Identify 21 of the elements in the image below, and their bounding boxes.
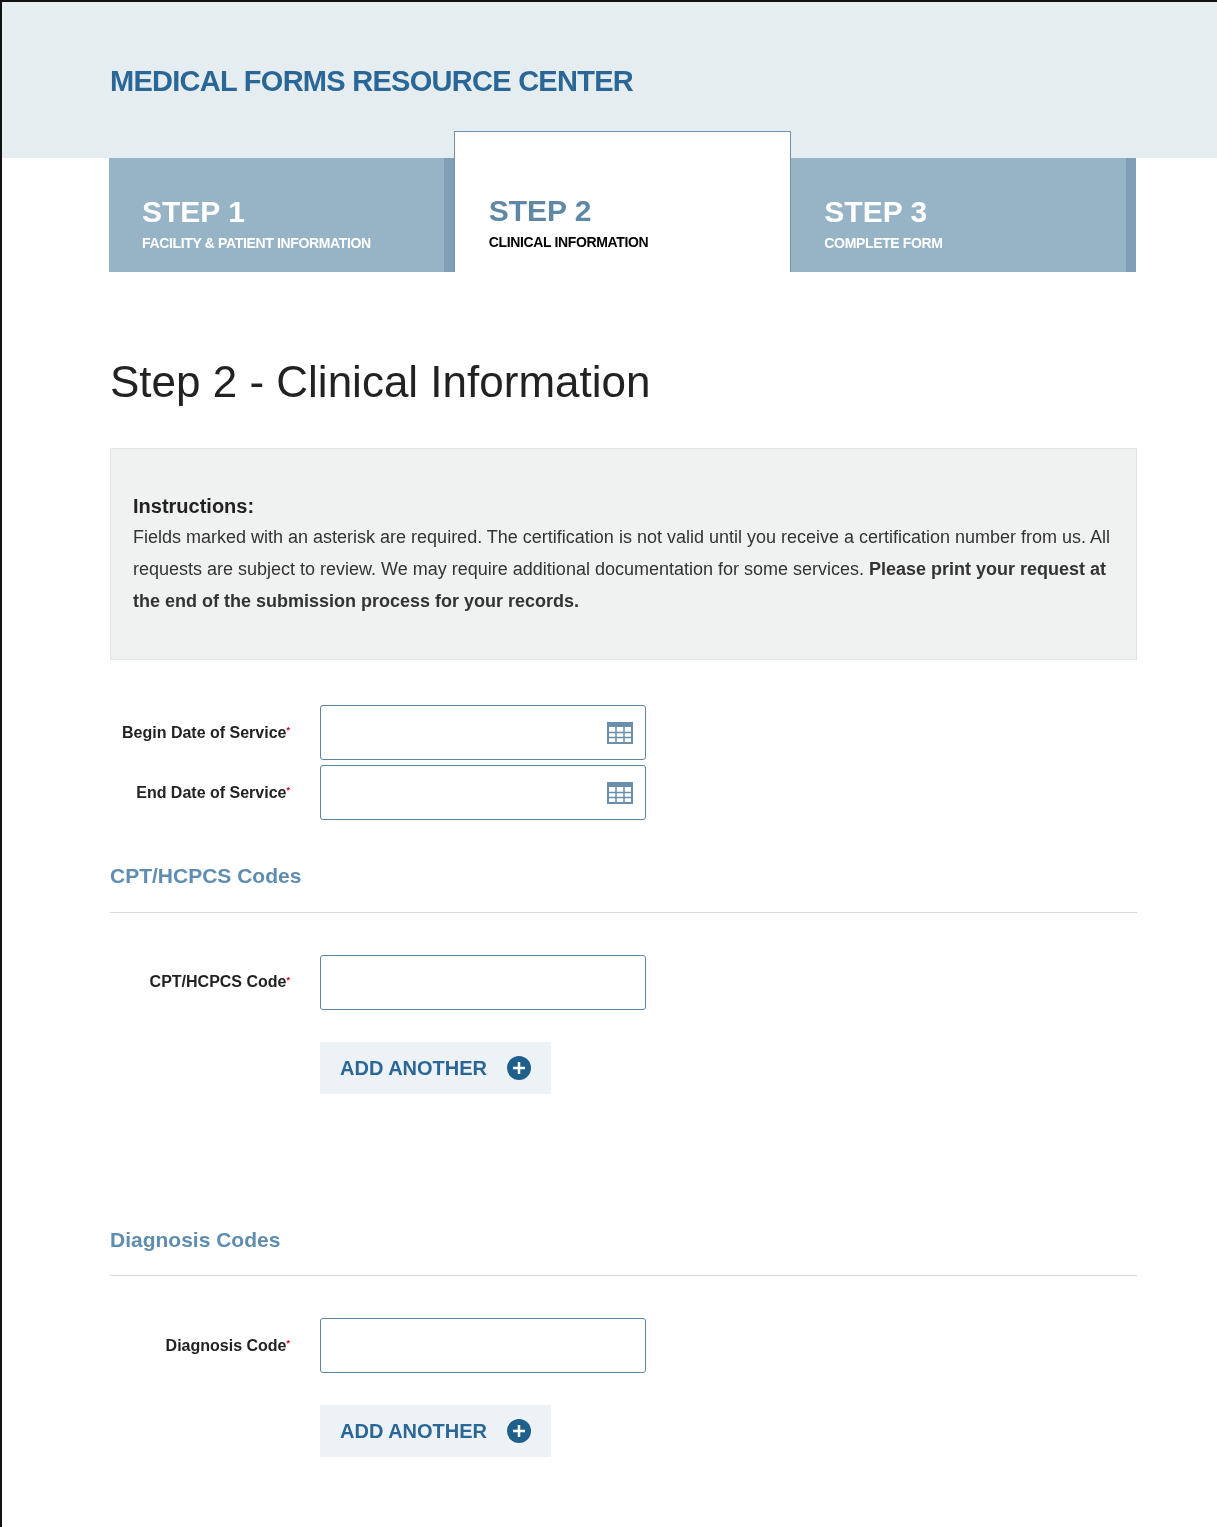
calendar-icon[interactable] bbox=[607, 781, 633, 804]
date-input-field[interactable] bbox=[320, 765, 646, 820]
calendar-icon[interactable] bbox=[607, 721, 633, 744]
section-heading: CPT/HCPCS Codes bbox=[110, 860, 1137, 913]
site-title: MEDICAL FORMS RESOURCE CENTER bbox=[110, 64, 635, 99]
plus-circle-icon bbox=[507, 1419, 532, 1443]
instructions-heading: Instructions: bbox=[133, 494, 256, 519]
text-input-field[interactable] bbox=[320, 1318, 646, 1373]
date-input-field[interactable] bbox=[320, 705, 646, 760]
text-input-field[interactable] bbox=[320, 954, 646, 1010]
add-another-button[interactable]: ADD ANOTHER bbox=[320, 1405, 552, 1457]
add-another-button[interactable]: ADD ANOTHER bbox=[320, 1041, 552, 1094]
step-tab[interactable]: STEP 2 CLINICAL INFORMATION bbox=[453, 131, 792, 272]
field-label: End Date of Service$^{*}$ bbox=[135, 782, 290, 803]
field-label: Diagnosis Code$^{*}$ bbox=[164, 1335, 290, 1356]
page-title: Step 2 - Clinical Information bbox=[110, 356, 652, 408]
plus-circle-icon bbox=[507, 1055, 532, 1080]
section-heading: Diagnosis Codes bbox=[110, 1223, 1137, 1276]
field-label: Begin Date of Service$^{*}$ bbox=[121, 722, 290, 743]
instructions-text: Fields marked with an asterisk are required. The certification is not valid until you receive a certification number from us. All requests are subject to review. We may require additional documentation for some services. Please print your request at the end of the submission process for your records. bbox=[133, 526, 1112, 613]
field-label: CPT/HCPCS Code$^{*}$ bbox=[148, 972, 290, 992]
